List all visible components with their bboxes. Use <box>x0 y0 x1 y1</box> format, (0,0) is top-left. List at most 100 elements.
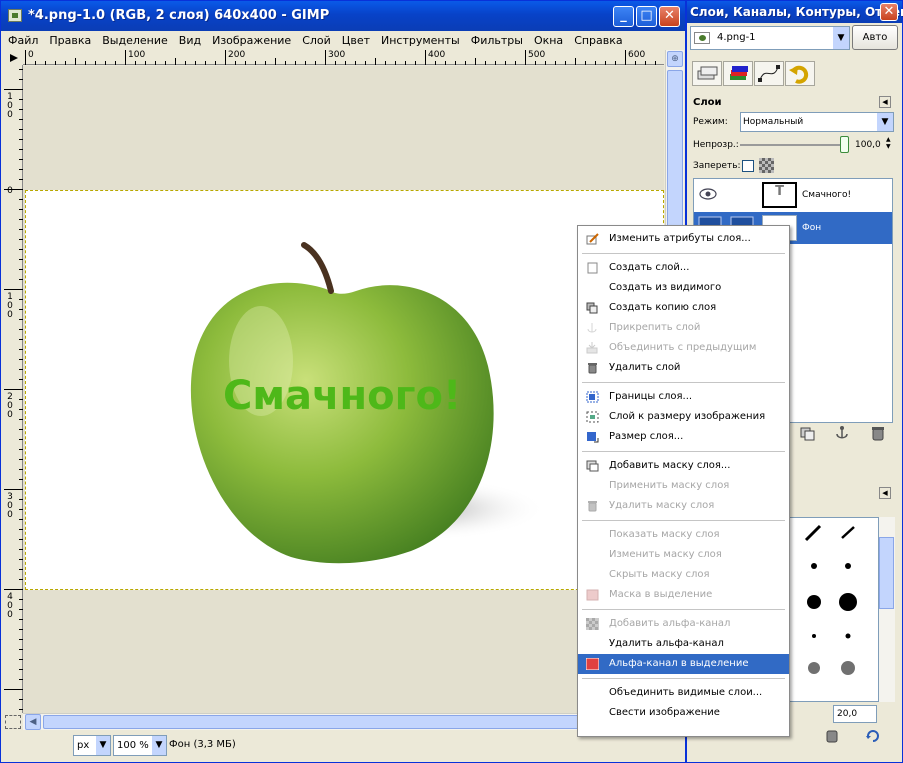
context-menu-item-label: Размер слоя... <box>609 431 684 442</box>
canvas-area[interactable]: Смачного! <box>23 66 664 713</box>
dock-titlebar[interactable]: Слои, Каналы, Контуры, Отмени... ✕ <box>687 1 903 23</box>
delete-brush-icon[interactable] <box>824 728 840 744</box>
brushes-panel-menu-button[interactable]: ◀ <box>879 487 891 499</box>
alpha-lock-icon <box>759 158 774 173</box>
context-menu-item: Скрыть маску слоя <box>578 565 789 585</box>
close-button[interactable]: ✕ <box>659 6 680 27</box>
ruler-tick <box>625 50 626 65</box>
ruler-tick <box>615 61 616 65</box>
opacity-slider-handle[interactable] <box>840 136 849 153</box>
context-menu-item-label: Прикрепить слой <box>609 322 701 333</box>
image-window-titlebar[interactable]: *4.png-1.0 (RGB, 2 слоя) 640x400 - GIMP … <box>1 1 685 31</box>
ruler-tick <box>565 61 566 65</box>
dock-close-button[interactable]: ✕ <box>880 3 898 21</box>
vertical-ruler[interactable]: 1000100200300400 <box>4 65 23 713</box>
navigate-button[interactable]: ⊕ <box>667 51 683 67</box>
ruler-tick <box>4 589 23 590</box>
opacity-slider-track[interactable] <box>740 144 844 146</box>
ruler-tick <box>335 61 336 65</box>
maximize-button[interactable]: □ <box>636 6 657 27</box>
opacity-value[interactable]: 100,0 <box>855 140 881 150</box>
context-menu-item[interactable]: Изменить атрибуты слоя... <box>578 229 789 249</box>
ruler-tick <box>75 58 76 65</box>
mode-label: Режим: <box>693 117 728 127</box>
trash-icon <box>586 500 599 512</box>
ruler-tick <box>4 689 23 690</box>
mode-selector[interactable]: Нормальный ▼ <box>740 112 894 132</box>
ruler-tick <box>4 189 23 190</box>
menu-2[interactable]: Правка <box>44 32 97 47</box>
ruler-label: 200 <box>228 50 246 60</box>
ruler-tick <box>445 61 446 65</box>
image-canvas[interactable]: Смачного! <box>25 190 664 590</box>
tab-layers[interactable] <box>692 61 722 86</box>
tab-undo-history[interactable] <box>785 61 815 86</box>
ruler-label: 200 <box>7 392 13 420</box>
anchor-icon[interactable] <box>833 425 851 441</box>
menu-10[interactable]: Окна <box>529 32 569 47</box>
zoom-selector[interactable]: 100 % ▼ <box>113 735 167 756</box>
minimize-button[interactable]: _ <box>613 6 634 27</box>
lock-pixels-checkbox[interactable] <box>742 160 754 172</box>
brush-scrollbar[interactable] <box>879 517 895 702</box>
scroll-left-arrow[interactable]: ◀ <box>25 714 41 730</box>
ruler-tick <box>245 61 246 65</box>
tab-channels[interactable] <box>723 61 753 86</box>
ruler-tick <box>605 61 606 65</box>
anchor-icon <box>586 322 599 334</box>
menu-8[interactable]: Инструменты <box>376 32 466 47</box>
menu-11[interactable]: Справка <box>569 32 628 47</box>
context-menu-item[interactable]: Слой к размеру изображения <box>578 407 789 427</box>
tab-paths[interactable] <box>754 61 784 86</box>
context-menu-item[interactable]: Создать из видимого <box>578 278 789 298</box>
context-menu-item[interactable]: Размер слоя... <box>578 427 789 447</box>
menu-7[interactable]: Цвет <box>337 32 376 47</box>
brush-grid[interactable] <box>787 517 879 702</box>
menu-4[interactable]: Вид <box>174 32 207 47</box>
ruler-tick <box>135 61 136 65</box>
ruler-tick <box>455 61 456 65</box>
menu-5[interactable]: Изображение <box>207 32 297 47</box>
ruler-tick <box>545 61 546 65</box>
eye-icon[interactable] <box>698 187 718 201</box>
layer-row-text[interactable]: T Смачного! <box>694 179 892 211</box>
horizontal-ruler[interactable]: 0 100 200 300 400 500 600 <box>23 50 666 65</box>
ruler-label: 300 <box>7 492 13 520</box>
image-selector[interactable]: 4.png-1 ▼ <box>690 26 850 50</box>
menubar: Файл Правка Выделение Вид Изображение Слой Цве… <box>3 32 683 50</box>
menu-9[interactable]: Фильтры <box>466 32 529 47</box>
brush-scroll-thumb[interactable] <box>879 537 894 609</box>
menu-3[interactable]: Выделение <box>97 32 174 47</box>
context-menu-item[interactable]: Создать копию слоя <box>578 298 789 318</box>
context-menu-item[interactable]: Удалить альфа-канал <box>578 634 789 654</box>
horizontal-scroll-thumb[interactable] <box>43 715 649 729</box>
duplicate-layer-icon[interactable] <box>799 425 817 441</box>
scale-layer-icon <box>586 431 599 443</box>
context-menu-item[interactable]: Удалить слой <box>578 358 789 378</box>
trash-icon[interactable] <box>869 425 887 441</box>
zoom-fit-icon[interactable] <box>5 715 21 729</box>
layer-name: Смачного! <box>802 190 852 200</box>
ruler-tick <box>255 61 256 65</box>
ruler-tick <box>555 61 556 65</box>
context-menu-item[interactable]: Объединить видимые слои... <box>578 683 789 703</box>
menu-1[interactable]: Файл <box>3 32 44 47</box>
quick-mask-corner-button[interactable] <box>4 50 23 65</box>
context-menu-item[interactable]: Альфа-канал в выделение <box>578 654 789 674</box>
unit-selector[interactable]: px ▼ <box>73 735 111 756</box>
refresh-icon[interactable] <box>865 728 881 744</box>
status-info: Фон (3,3 МБ) <box>169 739 236 750</box>
ruler-tick <box>355 61 356 65</box>
menu-6[interactable]: Слой <box>297 32 337 47</box>
auto-button[interactable]: Авто <box>852 25 898 50</box>
opacity-spinner[interactable]: ▲ ▼ <box>886 136 894 151</box>
context-menu-item: Изменить маску слоя <box>578 545 789 565</box>
context-menu-item[interactable]: Свести изображение <box>578 703 789 723</box>
spacing-input[interactable]: 20,0 <box>833 705 877 723</box>
context-menu-item[interactable]: Создать слой... <box>578 258 789 278</box>
context-menu-item[interactable]: Добавить маску слоя... <box>578 456 789 476</box>
context-menu-item[interactable]: Границы слоя... <box>578 387 789 407</box>
panel-menu-button[interactable]: ◀ <box>879 96 891 108</box>
ruler-tick <box>155 61 156 65</box>
horizontal-scrollbar[interactable]: ◀ <box>23 713 664 730</box>
